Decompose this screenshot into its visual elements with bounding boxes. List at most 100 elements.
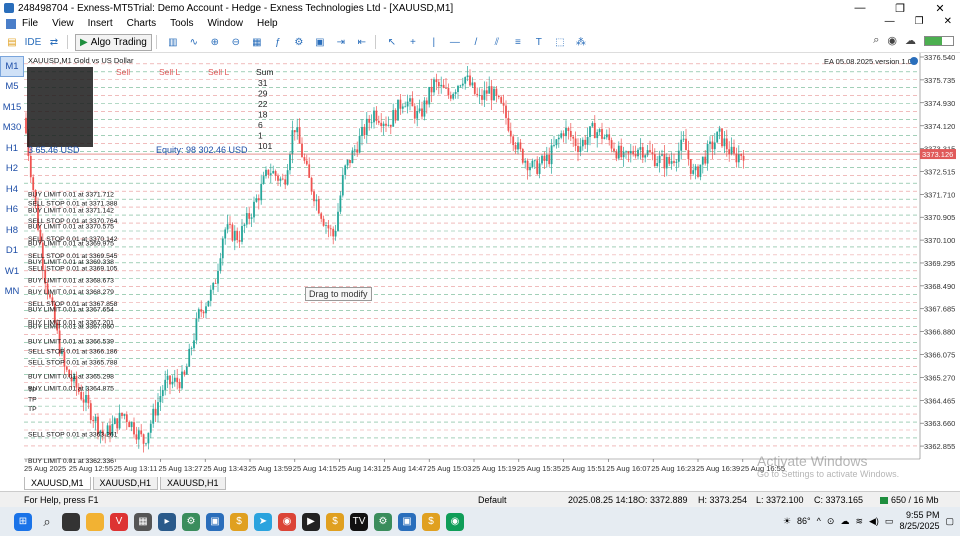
- order-label[interactable]: BUY LIMIT 0.01 at 3366.539: [28, 338, 114, 345]
- chrome-icon-2[interactable]: ◉: [446, 512, 464, 531]
- timeframe-w1[interactable]: W1: [0, 261, 24, 282]
- timeframe-h8[interactable]: H8: [0, 220, 24, 241]
- timeframe-m1[interactable]: M1: [0, 56, 24, 77]
- line-chart-icon[interactable]: ∿: [185, 34, 203, 51]
- trendline-icon[interactable]: /: [467, 34, 485, 51]
- timeframe-d1[interactable]: D1: [0, 241, 24, 262]
- app-icon-yellow[interactable]: $: [230, 512, 248, 531]
- strategy-tester-icon[interactable]: ⇄: [45, 34, 63, 51]
- menu-view[interactable]: View: [52, 18, 74, 29]
- order-label[interactable]: BUY LIMIT 0.01 at 3371.142: [28, 207, 114, 214]
- vertical-line-icon[interactable]: |: [425, 34, 443, 51]
- order-label[interactable]: SELL STOP 0.01 at 3366.186: [28, 348, 118, 355]
- order-label[interactable]: SELL STOP 0.01 at 3371.388: [28, 200, 118, 207]
- order-label[interactable]: BUY LIMIT 0.01 at 3368.279: [28, 289, 114, 296]
- shapes-icon[interactable]: ⬚: [551, 34, 569, 51]
- timeframe-h1[interactable]: H1: [0, 138, 24, 159]
- order-label[interactable]: TP: [28, 397, 37, 404]
- child-minimize-button[interactable]: —: [885, 16, 895, 27]
- tab-xauusd-m1[interactable]: XAUUSD,M1: [24, 477, 91, 490]
- volume-icon[interactable]: ◀): [869, 516, 879, 527]
- child-restore-button[interactable]: ❐: [915, 16, 924, 27]
- chrome-icon[interactable]: ◉: [278, 512, 296, 531]
- timeframe-h4[interactable]: H4: [0, 179, 24, 200]
- maximize-button[interactable]: ❐: [880, 0, 920, 16]
- app-icon-gold-2[interactable]: $: [422, 512, 440, 531]
- grid-icon[interactable]: ▦: [248, 34, 266, 51]
- zoom-out-icon[interactable]: ⊖: [227, 34, 245, 51]
- autoscroll-icon[interactable]: ⇥: [332, 34, 350, 51]
- period-icon[interactable]: ▣: [311, 34, 329, 51]
- menu-charts[interactable]: Charts: [127, 18, 156, 29]
- menu-file[interactable]: File: [22, 18, 38, 29]
- ide-button[interactable]: IDE: [24, 34, 42, 51]
- menu-insert[interactable]: Insert: [88, 18, 113, 29]
- tab-xauusd-h1-2[interactable]: XAUUSD,H1: [160, 477, 226, 490]
- search-taskbar-icon[interactable]: ⌕: [38, 513, 56, 531]
- cursor-icon[interactable]: ↖: [383, 34, 401, 51]
- text-icon[interactable]: T: [530, 34, 548, 51]
- timeframe-h6[interactable]: H6: [0, 200, 24, 221]
- order-label[interactable]: BUY LIMIT 0.01 at 3369.975: [28, 241, 114, 248]
- order-label[interactable]: BUY LIMIT 0.01 at 3370.575: [28, 224, 114, 231]
- weather-icon[interactable]: ☀: [783, 516, 791, 527]
- onedrive-icon[interactable]: ☁: [840, 516, 849, 527]
- order-label[interactable]: TP: [28, 387, 37, 394]
- crosshair-icon[interactable]: +: [404, 34, 422, 51]
- order-label[interactable]: BUY LIMIT 0.01 at 3362.336: [28, 458, 114, 465]
- timeframe-mn[interactable]: MN: [0, 282, 24, 303]
- order-label[interactable]: SELL STOP 0.01 at 3363.261: [28, 432, 118, 439]
- chip-icon[interactable]: ▣: [206, 512, 224, 531]
- media-icon[interactable]: ▶: [302, 512, 320, 531]
- order-label[interactable]: SELL STOP 0.01 at 3369.105: [28, 265, 118, 272]
- app-icon-gold[interactable]: $: [326, 512, 344, 531]
- algo-trading-button[interactable]: ▶ Algo Trading: [75, 33, 152, 51]
- task-view-icon[interactable]: [62, 512, 80, 531]
- timeframe-m30[interactable]: M30: [0, 118, 24, 139]
- search-icon[interactable]: ⌕: [873, 34, 879, 47]
- tradingview-icon[interactable]: TV: [350, 512, 368, 531]
- terminal-icon[interactable]: ▸: [158, 512, 176, 531]
- zoom-in-icon[interactable]: ⊕: [206, 34, 224, 51]
- chip-icon-2[interactable]: ▣: [398, 512, 416, 531]
- close-button[interactable]: ✕: [920, 0, 960, 16]
- order-label[interactable]: BUY LIMIT 0.01 at 3364.875: [28, 386, 114, 393]
- telegram-icon[interactable]: ➤: [254, 512, 272, 531]
- open-folder-icon[interactable]: ▤: [3, 34, 21, 51]
- order-label[interactable]: BUY LIMIT 0.01 at 3365.298: [28, 374, 114, 381]
- wifi-icon[interactable]: ≋: [855, 516, 863, 527]
- timeframe-m5[interactable]: M5: [0, 77, 24, 98]
- menu-window[interactable]: Window: [207, 18, 243, 29]
- templates-icon[interactable]: ⚙: [290, 34, 308, 51]
- order-label[interactable]: BUY LIMIT 0.01 at 3368.673: [28, 278, 114, 285]
- community-icon[interactable]: ☁: [905, 34, 916, 47]
- file-explorer-icon[interactable]: [86, 512, 104, 531]
- mt5-icon[interactable]: ⚙: [182, 512, 200, 531]
- order-label[interactable]: SELL STOP 0.01 at 3365.788: [28, 360, 118, 367]
- order-label[interactable]: BUY LIMIT 0.01 at 3371.712: [28, 191, 114, 198]
- ea-smiley-icon[interactable]: [910, 57, 918, 65]
- account-icon[interactable]: ◉: [887, 34, 897, 47]
- order-label[interactable]: TP: [28, 406, 37, 413]
- minimize-button[interactable]: —: [840, 0, 880, 16]
- battery-icon[interactable]: ▭: [885, 516, 894, 527]
- vivaldi-icon[interactable]: V: [110, 512, 128, 531]
- bar-chart-icon[interactable]: ▥: [164, 34, 182, 51]
- objects-icon[interactable]: ⁂: [572, 34, 590, 51]
- timeframe-h2[interactable]: H2: [0, 159, 24, 180]
- fibonacci-icon[interactable]: ≡: [509, 34, 527, 51]
- calculator-icon[interactable]: ▦: [134, 512, 152, 531]
- meet-icon[interactable]: ⊙: [827, 516, 835, 527]
- menu-tools[interactable]: Tools: [170, 18, 193, 29]
- chart-shift-icon[interactable]: ⇤: [353, 34, 371, 51]
- price-chart[interactable]: 3376.5403375.7353374.9303374.1203373.315…: [24, 53, 960, 476]
- order-label[interactable]: BUY LIMIT 0.01 at 3367.060: [28, 324, 114, 331]
- mt5-taskbar-icon[interactable]: ⚙: [374, 512, 392, 531]
- chart-area[interactable]: 3376.5403375.7353374.9303374.1203373.315…: [24, 53, 960, 476]
- clock[interactable]: 9:55 PM 8/25/2025: [899, 510, 939, 532]
- tray-chevron-icon[interactable]: ^: [817, 516, 821, 526]
- timeframe-m15[interactable]: M15: [0, 97, 24, 118]
- notification-icon[interactable]: ▢: [945, 516, 954, 527]
- horizontal-line-icon[interactable]: —: [446, 34, 464, 51]
- windows-start-icon[interactable]: ⊞: [14, 512, 32, 531]
